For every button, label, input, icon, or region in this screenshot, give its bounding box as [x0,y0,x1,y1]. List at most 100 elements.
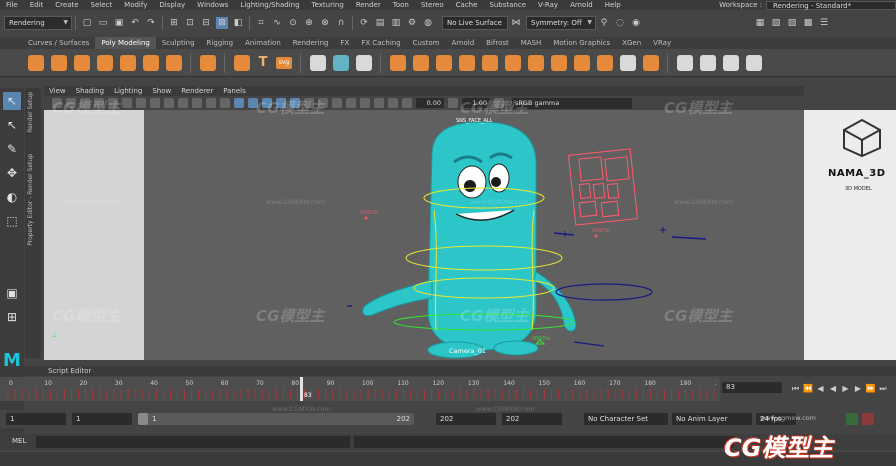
channel-box-icon[interactable]: ▦ [754,17,766,29]
panel-menu-shading[interactable]: Shading [71,87,109,95]
save-scene-icon[interactable]: ▣ [113,17,125,29]
menu-substance[interactable]: Substance [483,1,532,9]
mel-label[interactable]: MEL [12,437,26,445]
extrude-icon[interactable] [435,54,452,71]
snap-live-icon[interactable]: ⊗ [319,17,331,29]
svg-tool-icon[interactable]: svg [276,56,292,69]
animation-start-field[interactable]: 1 [6,413,66,425]
poly-cone-icon[interactable] [96,54,113,71]
xray-joints-icon[interactable] [374,98,384,108]
camera-attributes-icon[interactable] [66,98,76,108]
select-hierarchy-icon[interactable]: ⊞ [168,17,180,29]
poly-cube-icon[interactable] [50,54,67,71]
command-input[interactable] [36,436,350,448]
range-slider-handle[interactable] [138,413,148,425]
side-tab-render-setup[interactable]: Render Setup [27,92,34,133]
auto-key-icon[interactable] [846,413,858,425]
history-icon[interactable]: ⟳ [358,17,370,29]
super-shape-icon[interactable] [233,54,250,71]
poly-sphere-icon[interactable] [27,54,44,71]
anti-aliasing-icon[interactable] [318,98,328,108]
menu-help[interactable]: Help [599,1,627,9]
bevel-icon[interactable] [458,54,475,71]
symmetry-icon[interactable]: ⋈ [510,17,522,29]
shelf-tab-sculpting[interactable]: Sculpting [156,37,201,49]
panel-menu-renderer[interactable]: Renderer [176,87,218,95]
menu-lighting-shading[interactable]: Lighting/Shading [234,1,305,9]
safe-title-icon[interactable] [192,98,202,108]
character-set-dropdown[interactable]: No Character Set [584,413,668,425]
textured-icon[interactable] [248,98,258,108]
xray-components-icon[interactable] [388,98,398,108]
triangulate-icon[interactable] [573,54,590,71]
undo-icon[interactable]: ↶ [129,17,141,29]
quad-draw-icon[interactable] [722,54,739,71]
exposure-field[interactable]: 0.00 [416,98,444,108]
poly-cylinder-icon[interactable] [73,54,90,71]
gamma-field[interactable]: 1.00 [462,98,490,108]
view-transform-dropdown[interactable]: sRGB gamma [512,97,632,109]
shelf-tab-curves-surfaces[interactable]: Curves / Surfaces [22,37,95,49]
exposure-icon[interactable] [402,98,412,108]
step-back-key-icon[interactable]: ⏪ [803,383,814,394]
playback-end-field[interactable]: 202 [436,413,496,425]
bridge-icon[interactable] [412,54,429,71]
panel-menu-lighting[interactable]: Lighting [109,87,147,95]
snap-view-plane-icon[interactable]: ⊕ [303,17,315,29]
anim-layer-dropdown[interactable]: No Anim Layer [672,413,752,425]
reduce-icon[interactable] [619,54,636,71]
live-surface-dropdown[interactable]: No Live Surface [442,16,508,30]
menuset-dropdown[interactable]: Rendering ▼ [4,16,72,30]
quadrangulate-icon[interactable] [596,54,613,71]
field-chart-icon[interactable] [164,98,174,108]
menu-modify[interactable]: Modify [118,1,153,9]
shelf-tab-mash[interactable]: MASH [515,37,548,49]
smooth-shade-icon[interactable] [220,98,230,108]
go-to-start-icon[interactable]: ⏮ [790,383,801,394]
panel-menu-panels[interactable]: Panels [218,87,251,95]
snap-curve-icon[interactable]: ∿ [271,17,283,29]
gamma-icon[interactable] [448,98,458,108]
xray-icon[interactable] [360,98,370,108]
combine-icon[interactable] [309,54,326,71]
shelf-tab-xgen[interactable]: XGen [616,37,647,49]
outliner-icon[interactable]: ☰ [818,17,830,29]
panel-menu-show[interactable]: Show [147,87,176,95]
soft-select-icon[interactable]: ◌ [614,17,626,29]
menu-create[interactable]: Create [49,1,84,9]
current-frame-field[interactable]: 83 [722,382,782,393]
uv-editor-icon[interactable] [355,54,372,71]
target-weld-icon[interactable] [699,54,716,71]
layout-four-icon[interactable]: ⊞ [3,308,21,326]
play-backwards-icon[interactable]: ◀ [828,383,839,394]
render-frame-icon[interactable]: ▤ [374,17,386,29]
modeling-toolkit-icon[interactable]: ▩ [802,17,814,29]
selection-mask-icon[interactable]: ◧ [232,17,244,29]
poly-disc-icon[interactable] [165,54,182,71]
resolution-gate-icon[interactable] [136,98,146,108]
viewport-persp[interactable]: SNS_FACE_ALL STRETCH STRETCH STRETCH ⊥ C… [44,110,804,360]
shelf-tab-custom[interactable]: Custom [407,37,446,49]
open-scene-icon[interactable]: ▭ [97,17,109,29]
ambient-occlusion-icon[interactable] [290,98,300,108]
paint-select-icon[interactable]: ✎ [3,140,21,158]
layout-single-icon[interactable]: ▣ [3,284,21,302]
snap-together-icon[interactable]: ⚲ [598,17,610,29]
type-tool-icon[interactable]: T [256,55,270,70]
poly-plane-icon[interactable] [142,54,159,71]
multi-cut-icon[interactable] [676,54,693,71]
grid-icon[interactable] [108,98,118,108]
shelf-tab-motion-graphics[interactable]: Motion Graphics [547,37,616,49]
boolean-icon[interactable] [527,54,544,71]
play-forwards-icon[interactable]: ▶ [840,383,851,394]
camera-select-icon[interactable] [52,98,62,108]
shelf-tab-fx[interactable]: FX [335,37,356,49]
motion-blur-icon[interactable] [304,98,314,108]
bookmark-icon[interactable] [80,98,90,108]
shelf-tab-fx-caching[interactable]: FX Caching [355,37,406,49]
menu-render[interactable]: Render [350,1,387,9]
new-scene-icon[interactable]: ▢ [81,17,93,29]
range-slider[interactable]: 1 202 [138,413,414,425]
tool-settings-icon[interactable]: ▨ [786,17,798,29]
shelf-tab-vray[interactable]: VRay [647,37,677,49]
